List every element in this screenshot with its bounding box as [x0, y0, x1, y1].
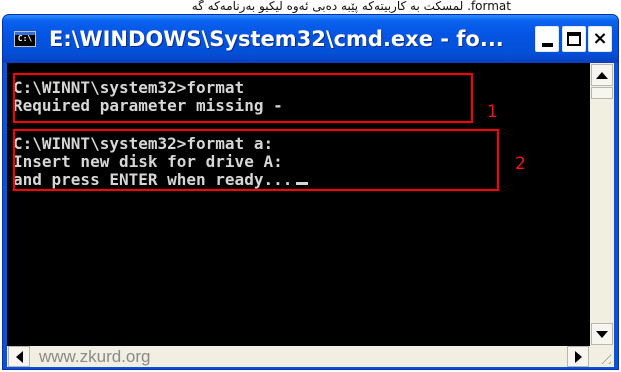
arrow-up-icon	[596, 71, 608, 79]
cmd-icon[interactable]: C:\	[14, 31, 36, 47]
annotation-label-2: 2	[515, 154, 526, 174]
close-button[interactable]: ×	[588, 26, 612, 52]
scroll-up-button[interactable]	[591, 64, 613, 86]
caption-text: format. لمسکت به کاربیتەکە پێبە دەبی ئەو…	[191, 0, 511, 13]
annotation-box-1	[13, 73, 473, 123]
cmd-window: C:\ E:\WINDOWS\System32\cmd.exe - fo... …	[2, 14, 619, 370]
close-icon: ×	[592, 28, 608, 49]
console-client: C:\WINNT\system32>format Required parame…	[7, 63, 614, 367]
title-bar[interactable]: C:\ E:\WINDOWS\System32\cmd.exe - fo... …	[3, 15, 618, 63]
maximize-button[interactable]	[562, 26, 586, 52]
scroll-thumb[interactable]	[591, 87, 613, 99]
annotation-label-1: 1	[487, 102, 498, 122]
scroll-right-button[interactable]	[567, 346, 589, 367]
arrow-right-icon	[574, 350, 582, 363]
watermark-text: www.zkurd.org	[39, 347, 151, 366]
scroll-left-button[interactable]	[8, 346, 30, 367]
horizontal-scrollbar[interactable]: www.zkurd.org	[7, 346, 590, 367]
minimize-icon	[541, 43, 553, 47]
maximize-icon	[567, 32, 581, 46]
resize-grip[interactable]	[590, 346, 614, 367]
annotation-box-2	[13, 129, 499, 191]
arrow-left-icon	[15, 350, 23, 363]
scroll-down-button[interactable]	[591, 323, 613, 345]
window-title: E:\WINDOWS\System32\cmd.exe - fo...	[49, 27, 504, 51]
vertical-scrollbar[interactable]	[590, 63, 614, 346]
console-output[interactable]: C:\WINNT\system32>format Required parame…	[7, 63, 590, 346]
minimize-button[interactable]	[535, 26, 559, 52]
arrow-down-icon	[596, 330, 608, 338]
